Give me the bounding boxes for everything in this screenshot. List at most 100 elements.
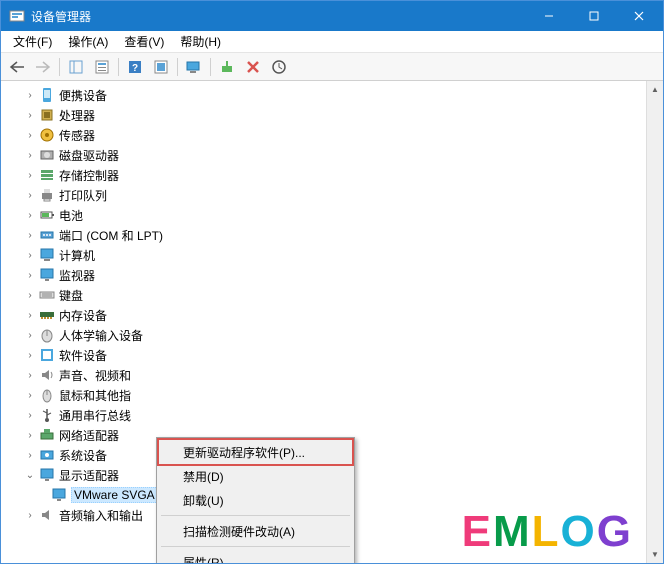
toolbar: ?: [1, 53, 663, 81]
display-icon: [51, 487, 67, 503]
expand-toggle-icon[interactable]: ›: [23, 348, 37, 362]
usb-icon: [39, 407, 55, 423]
tree-item-label: 鼠标和其他指: [59, 387, 131, 404]
enable-button[interactable]: [215, 56, 239, 78]
expand-toggle-icon[interactable]: ›: [23, 388, 37, 402]
window-title: 设备管理器: [31, 8, 526, 25]
system-icon: [39, 447, 55, 463]
tree-item[interactable]: › 通用串行总线: [3, 405, 661, 425]
properties-button[interactable]: [90, 56, 114, 78]
scroll-up-arrow[interactable]: ▲: [647, 81, 663, 98]
expand-toggle-icon[interactable]: ›: [23, 168, 37, 182]
scan-hardware-button[interactable]: [182, 56, 206, 78]
tree-item[interactable]: ›计算机: [3, 245, 661, 265]
menu-bar: 文件(F) 操作(A) 查看(V) 帮助(H): [1, 31, 663, 53]
printer-icon: [39, 187, 55, 203]
ctx-disable[interactable]: 禁用(D): [159, 464, 352, 488]
hid-icon: [39, 327, 55, 343]
menu-view[interactable]: 查看(V): [116, 31, 172, 52]
vertical-scrollbar[interactable]: ▲ ▼: [646, 81, 663, 563]
expand-toggle-icon[interactable]: ›: [23, 288, 37, 302]
tree-item-label: 磁盘驱动器: [59, 147, 119, 164]
ctx-scan-hardware[interactable]: 扫描检测硬件改动(A): [159, 519, 352, 543]
mouse-icon: [39, 387, 55, 403]
tree-item[interactable]: › 处理器: [3, 105, 661, 125]
tree-item-label: 处理器: [59, 107, 95, 124]
tree-item[interactable]: ›传感器: [3, 125, 661, 145]
scroll-track[interactable]: [647, 98, 663, 546]
storage-icon: [39, 167, 55, 183]
expand-toggle-icon[interactable]: ›: [23, 208, 37, 222]
monitor-icon: [39, 267, 55, 283]
tree-item[interactable]: › 人体学输入设备: [3, 325, 661, 345]
tree-item[interactable]: ›便携设备: [3, 85, 661, 105]
cpu-icon: [39, 107, 55, 123]
uninstall-button[interactable]: [241, 56, 265, 78]
help-button[interactable]: ?: [123, 56, 147, 78]
tree-item-label: 网络适配器: [59, 427, 119, 444]
ctx-update-driver[interactable]: 更新驱动程序软件(P)...: [159, 440, 352, 464]
tree-item-label: 显示适配器: [59, 467, 119, 484]
menu-file[interactable]: 文件(F): [5, 31, 60, 52]
expand-toggle-icon[interactable]: ›: [23, 328, 37, 342]
tree-item-label: 键盘: [59, 287, 83, 304]
minimize-button[interactable]: [526, 1, 571, 31]
tree-item[interactable]: › 磁盘驱动器: [3, 145, 661, 165]
expand-toggle-icon[interactable]: ›: [23, 428, 37, 442]
tree-item[interactable]: ›电池: [3, 205, 661, 225]
expand-toggle-icon[interactable]: ›: [23, 308, 37, 322]
expand-toggle-icon[interactable]: ›: [23, 188, 37, 202]
expand-toggle-icon[interactable]: ›: [23, 368, 37, 382]
menu-help[interactable]: 帮助(H): [172, 31, 229, 52]
ctx-separator: [161, 546, 350, 547]
expand-toggle-icon[interactable]: ›: [23, 128, 37, 142]
ctx-separator: [161, 515, 350, 516]
tree-item[interactable]: ›端口 (COM 和 LPT): [3, 225, 661, 245]
ctx-properties[interactable]: 属性(R): [159, 550, 352, 563]
expand-toggle-icon[interactable]: ›: [23, 108, 37, 122]
expand-toggle-icon[interactable]: ›: [23, 228, 37, 242]
disk-icon: [39, 147, 55, 163]
forward-button[interactable]: [31, 56, 55, 78]
expand-toggle-icon[interactable]: ›: [23, 148, 37, 162]
tree-item[interactable]: › 内存设备: [3, 305, 661, 325]
menu-action[interactable]: 操作(A): [60, 31, 116, 52]
expand-toggle-icon[interactable]: ›: [23, 408, 37, 422]
show-hide-console-tree-button[interactable]: [64, 56, 88, 78]
expand-toggle-icon[interactable]: ›: [23, 248, 37, 262]
expand-toggle-icon[interactable]: ›: [23, 88, 37, 102]
back-button[interactable]: [5, 56, 29, 78]
expand-toggle-icon[interactable]: ›: [23, 268, 37, 282]
port-icon: [39, 227, 55, 243]
tree-item[interactable]: › 声音、视频和: [3, 365, 661, 385]
scroll-down-arrow[interactable]: ▼: [647, 546, 663, 563]
close-button[interactable]: [616, 1, 661, 31]
sound-icon: [39, 367, 55, 383]
tree-item[interactable]: ›软件设备: [3, 345, 661, 365]
tree-item[interactable]: › 键盘: [3, 285, 661, 305]
tree-item[interactable]: › 鼠标和其他指: [3, 385, 661, 405]
update-driver-button[interactable]: [267, 56, 291, 78]
tree-item-label: 存储控制器: [59, 167, 119, 184]
tree-item[interactable]: ›打印队列: [3, 185, 661, 205]
tree-item-label: 声音、视频和: [59, 367, 131, 384]
tree-item[interactable]: › 监视器: [3, 265, 661, 285]
action-button[interactable]: [149, 56, 173, 78]
battery-icon: [39, 207, 55, 223]
expand-toggle-icon[interactable]: ⌄: [23, 468, 37, 482]
context-menu: 更新驱动程序软件(P)... 禁用(D) 卸载(U) 扫描检测硬件改动(A) 属…: [156, 437, 355, 563]
tree-item-label: 系统设备: [59, 447, 107, 464]
tree-item-label: 内存设备: [59, 307, 107, 324]
tree-item-label: 通用串行总线: [59, 407, 131, 424]
expand-toggle-icon[interactable]: ›: [23, 508, 37, 522]
title-bar: 设备管理器: [1, 1, 663, 31]
tree-item-label: 音频输入和输出: [59, 507, 143, 524]
tree-item-label: 监视器: [59, 267, 95, 284]
sensor-icon: [39, 127, 55, 143]
tree-item[interactable]: › 存储控制器: [3, 165, 661, 185]
expand-toggle-icon[interactable]: ›: [23, 448, 37, 462]
tree-item-label: 人体学输入设备: [59, 327, 143, 344]
svg-text:?: ?: [132, 63, 138, 74]
maximize-button[interactable]: [571, 1, 616, 31]
ctx-uninstall[interactable]: 卸载(U): [159, 488, 352, 512]
